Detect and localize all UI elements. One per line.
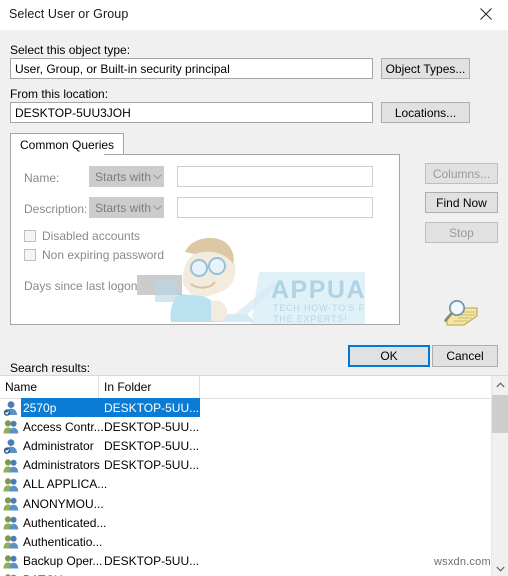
- description-operator-select[interactable]: Starts with: [89, 197, 164, 218]
- table-row[interactable]: Administrators DESKTOP-5UU...: [0, 456, 491, 475]
- tab-common-queries[interactable]: Common Queries: [10, 133, 125, 155]
- select-user-or-group-dialog: Select User or Group Select this object …: [0, 0, 508, 576]
- table-row[interactable]: ANONYMOU...: [0, 494, 491, 513]
- user-icon: [3, 438, 19, 455]
- disabled-accounts-checkbox[interactable]: Disabled accounts: [24, 229, 140, 243]
- non-expiring-password-label: Non expiring password: [42, 248, 165, 262]
- search-results-label: Search results:: [10, 361, 91, 375]
- close-button[interactable]: [464, 0, 508, 30]
- cell-name: Administrator: [23, 438, 94, 453]
- days-since-last-logon-select[interactable]: [137, 275, 182, 295]
- title-bar: Select User or Group: [0, 0, 508, 31]
- cell-in-folder: DESKTOP-5UU...: [104, 438, 200, 453]
- table-row[interactable]: Backup Oper... DESKTOP-5UU...: [0, 552, 491, 571]
- object-types-button[interactable]: Object Types...: [381, 58, 470, 79]
- cell-name: Access Contr...: [23, 419, 104, 434]
- cell-in-folder: DESKTOP-5UU...: [104, 458, 200, 473]
- group-icon: [3, 477, 19, 493]
- cell-name: ALL APPLICA...: [23, 477, 108, 492]
- cell-name: ANONYMOU...: [23, 496, 104, 511]
- name-value-input[interactable]: [177, 166, 373, 187]
- cell-in-folder: DESKTOP-5UU...: [104, 400, 200, 415]
- group-icon: [3, 554, 19, 570]
- table-row[interactable]: ALL APPLICA...: [0, 475, 491, 494]
- table-row[interactable]: Authenticated...: [0, 513, 491, 532]
- table-row[interactable]: Authenticatio...: [0, 532, 491, 551]
- days-since-last-logon-label: Days since last logon:: [24, 279, 141, 293]
- tab-seam: [11, 154, 104, 155]
- chevron-down-icon: [151, 204, 163, 211]
- cell-name: Administrators: [23, 458, 100, 473]
- checkbox-box: [24, 249, 36, 261]
- description-label: Description:: [24, 202, 88, 216]
- columns-button[interactable]: Columns...: [425, 163, 498, 184]
- group-icon: [3, 496, 19, 512]
- name-label: Name:: [24, 171, 60, 185]
- column-header-name[interactable]: Name: [0, 376, 99, 398]
- cell-in-folder: DESKTOP-5UU...: [104, 554, 200, 569]
- stop-button[interactable]: Stop: [425, 222, 498, 243]
- close-icon: [480, 8, 492, 20]
- table-row[interactable]: 2570p DESKTOP-5UU...: [0, 398, 491, 418]
- magnifier-folder-icon: [440, 297, 480, 331]
- list-rows: 2570p DESKTOP-5UU... Access Contr... DESKTO…: [0, 398, 491, 576]
- group-icon: [3, 419, 19, 435]
- chevron-down-icon: [496, 566, 505, 572]
- group-icon: [3, 515, 19, 531]
- object-type-label: Select this object type:: [10, 43, 131, 57]
- name-operator-value: Starts with: [95, 169, 152, 184]
- object-type-input[interactable]: User, Group, or Built-in security princi…: [10, 58, 373, 79]
- checkbox-box: [24, 230, 36, 242]
- cell-name: 2570p: [23, 400, 57, 415]
- non-expiring-password-checkbox[interactable]: Non expiring password: [24, 248, 164, 262]
- column-header-in-folder[interactable]: In Folder: [99, 376, 200, 398]
- cell-in-folder: DESKTOP-5UU...: [104, 419, 200, 434]
- cell-name: Authenticatio...: [23, 534, 103, 549]
- vertical-scrollbar[interactable]: [491, 376, 508, 576]
- window-title: Select User or Group: [9, 7, 129, 21]
- cell-name: Authenticated...: [23, 515, 107, 530]
- scroll-up-button[interactable]: [492, 376, 508, 393]
- table-row[interactable]: Access Contr... DESKTOP-5UU...: [0, 417, 491, 436]
- user-icon: [3, 400, 19, 416]
- ok-button[interactable]: OK: [348, 345, 430, 367]
- group-icon: [3, 534, 19, 550]
- cell-name: Backup Oper...: [23, 554, 103, 569]
- chevron-down-icon: [151, 173, 163, 180]
- chevron-up-icon: [496, 381, 505, 387]
- cancel-button[interactable]: Cancel: [432, 345, 498, 367]
- table-row[interactable]: BATCH: [0, 571, 491, 576]
- scroll-down-button[interactable]: [492, 560, 508, 576]
- location-input[interactable]: DESKTOP-5UU3JOH: [10, 102, 373, 123]
- disabled-accounts-label: Disabled accounts: [42, 229, 141, 243]
- find-now-button[interactable]: Find Now: [425, 192, 498, 213]
- name-operator-select[interactable]: Starts with: [89, 166, 164, 187]
- scrollbar-thumb[interactable]: [492, 395, 508, 433]
- location-label: From this location:: [10, 87, 109, 101]
- tab-strip: Common Queries: [10, 133, 400, 155]
- description-operator-value: Starts with: [95, 200, 152, 215]
- group-icon: [3, 458, 19, 474]
- locations-button[interactable]: Locations...: [381, 102, 470, 123]
- list-header: Name In Folder: [0, 376, 491, 399]
- table-row[interactable]: Administrator DESKTOP-5UU...: [0, 436, 491, 455]
- description-value-input[interactable]: [177, 197, 373, 218]
- search-results-list: Name In Folder 2570p DESKTOP-5UU... Access…: [0, 375, 508, 576]
